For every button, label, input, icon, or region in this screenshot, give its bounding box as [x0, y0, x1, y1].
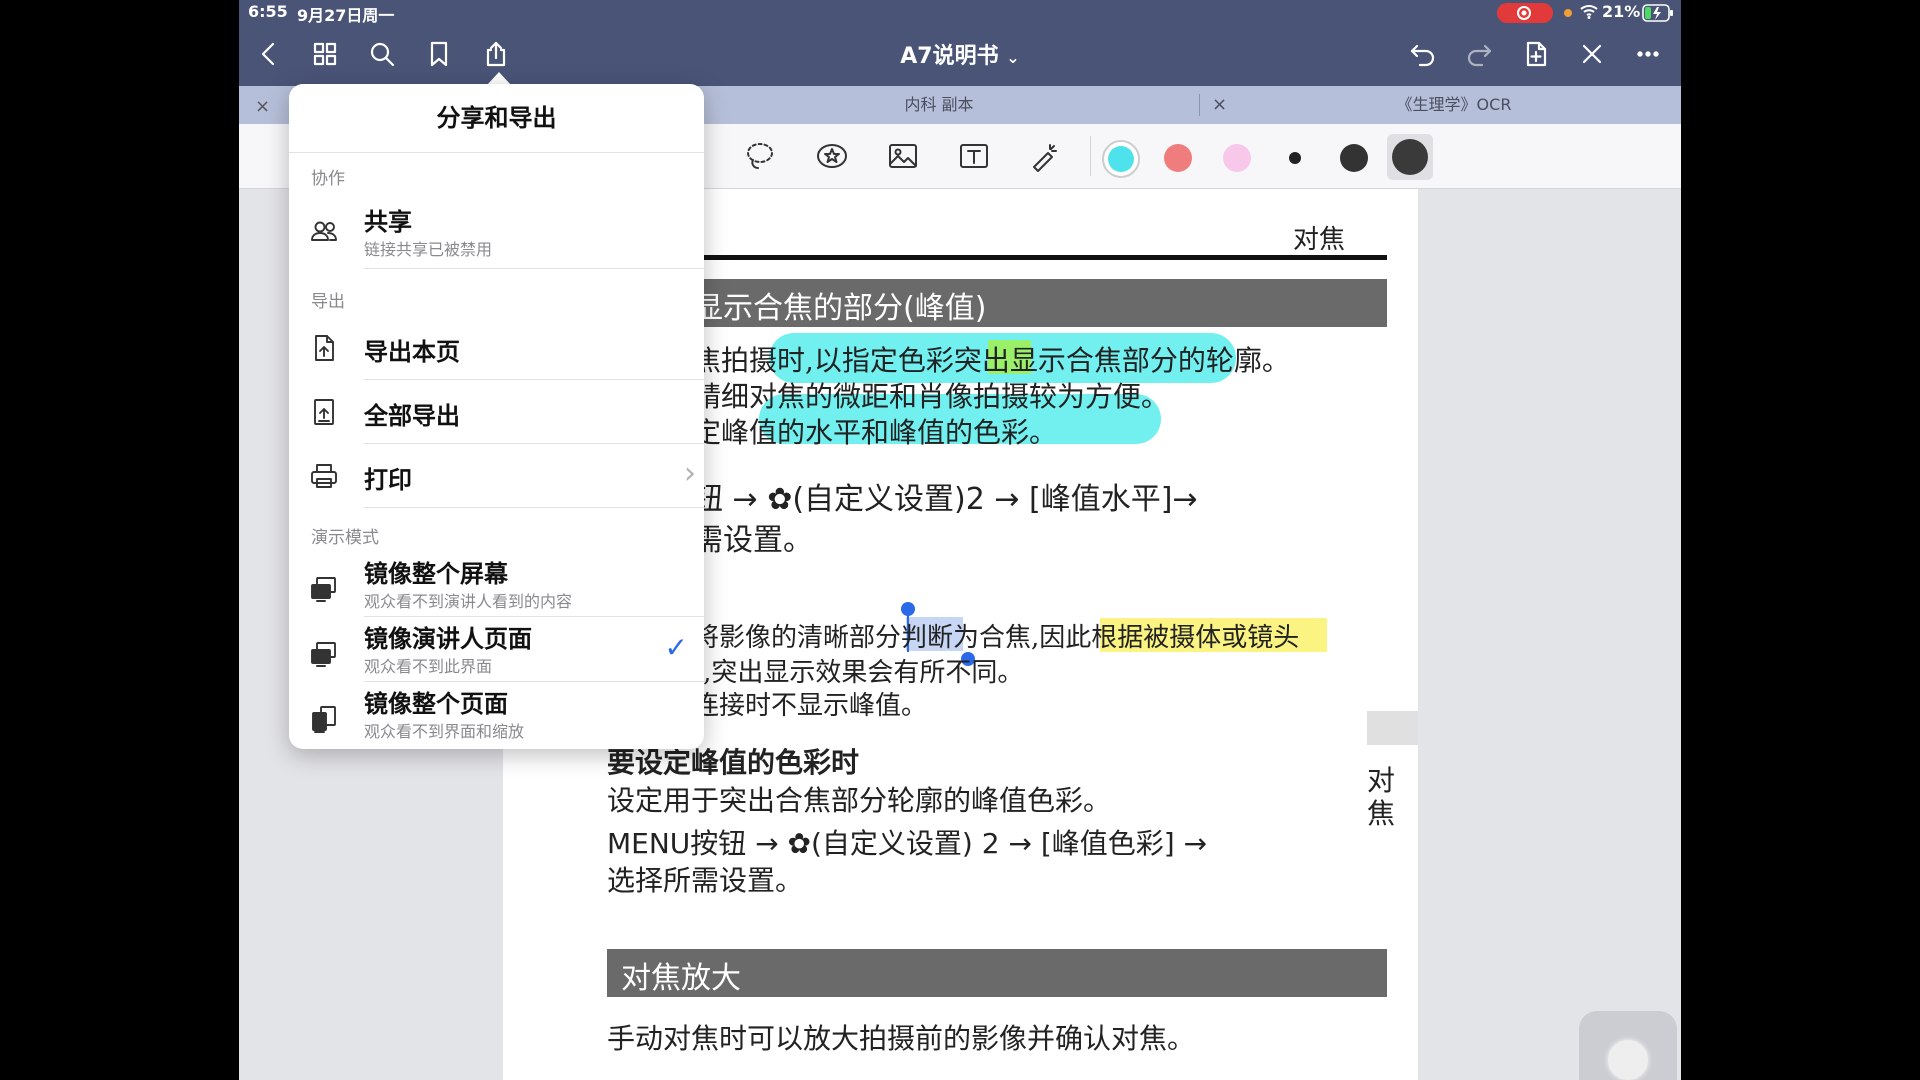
text-box-icon[interactable] — [955, 138, 993, 174]
popover-title: 分享和导出 — [289, 84, 704, 153]
sticker-icon[interactable] — [813, 138, 851, 174]
close-panel-icon[interactable]: × — [255, 96, 270, 117]
section-heading-bar: 对焦放大 — [607, 949, 1387, 997]
wifi-icon — [1579, 2, 1599, 24]
export-page-icon — [307, 331, 341, 365]
export-page-row[interactable]: 导出本页 — [289, 316, 704, 380]
paragraph-line: 精细对焦的微距和肖像拍摄较为方便。 — [693, 380, 1170, 413]
mirror-page-subtitle: 观众看不到界面和缩放 — [364, 722, 525, 741]
subheading-description: 设定用于突出合焦部分轮廓的峰值色彩。 — [607, 784, 1112, 817]
share-title: 共享 — [364, 208, 412, 236]
printer-icon — [307, 459, 341, 493]
paragraph-line: 焦拍摄时,以指定色彩突出显示合焦部分的轮廓。 — [693, 344, 1290, 377]
status-date: 9月27日周一 — [297, 6, 395, 25]
image-icon[interactable] — [884, 138, 922, 174]
redo-icon[interactable] — [1461, 36, 1497, 72]
tab-close-icon[interactable]: × — [1212, 86, 1227, 124]
stroke-size-large-selected[interactable] — [1387, 134, 1433, 180]
section-heading-focus-magnifier: 对焦放大 — [621, 961, 741, 996]
share-export-popover: 分享和导出 协作 共享 链接共享已被禁用 导出 导出本页 全部导出 打印 › 演… — [289, 84, 704, 749]
paragraph-line: 手动对焦时可以放大拍摄前的影像并确认对焦。 — [607, 1022, 1196, 1055]
export-page-title: 导出本页 — [364, 338, 460, 366]
mirror-presenter-row[interactable]: 镜像演讲人页面 观众看不到此界面 ✓ — [289, 617, 704, 682]
row-divider — [364, 507, 704, 508]
section-header-presentation: 演示模式 — [311, 528, 379, 548]
note-line: 将影像的清晰部分判断为合焦,因此根据被摄体或镜头 — [693, 623, 1300, 653]
chevron-down-icon: ⌄ — [1006, 48, 1020, 67]
section-heading-bar: 显示合焦的部分(峰值) — [603, 279, 1387, 327]
share-subtitle: 链接共享已被禁用 — [364, 240, 493, 259]
paragraph-line: 定峰值的水平和峰值的色彩。 — [693, 416, 1058, 449]
color-swatch-red[interactable] — [1164, 144, 1192, 172]
close-tool-icon[interactable] — [1574, 36, 1610, 72]
battery-icon — [1642, 4, 1674, 26]
note-line: ],突出显示效果会有所不同。 — [693, 658, 1024, 688]
screen-recording-indicator[interactable] — [1497, 3, 1553, 23]
assistive-touch-button[interactable] — [1579, 1011, 1677, 1080]
mirror-screen-subtitle: 观众看不到演讲人看到的内容 — [364, 592, 573, 611]
status-time: 6:55 — [248, 2, 288, 21]
more-icon[interactable] — [1630, 36, 1666, 72]
checkmark-icon: ✓ — [664, 631, 688, 664]
ipad-screen: 6:55 9月27日周一 21% A7说明书 ⌄ × 内科 副本 × — [239, 0, 1681, 1080]
tab-internal-medicine-copy[interactable]: 内科 副本 — [719, 86, 1159, 124]
menu-step-line: 选择所需设置。 — [607, 864, 804, 897]
mic-dot-icon — [1564, 9, 1572, 17]
mirror-presenter-subtitle: 观众看不到此界面 — [364, 657, 493, 676]
side-tab-marker — [1367, 711, 1418, 745]
header-rule — [603, 255, 1387, 260]
color-swatch-cyan[interactable] — [1102, 140, 1140, 178]
export-all-icon — [307, 395, 341, 429]
print-row[interactable]: 打印 › — [289, 444, 704, 508]
mirror-page-row[interactable]: 镜像整个页面 观众看不到界面和缩放 — [289, 682, 704, 747]
color-swatch-pink[interactable] — [1223, 144, 1251, 172]
print-title: 打印 — [364, 466, 412, 494]
note-line: 连接时不显示峰值。 — [693, 691, 928, 721]
mirror-page-title: 镜像整个页面 — [364, 690, 508, 718]
menu-step-line: MENU按钮 → ✿(自定义设置) 2 → [峰值色彩] → — [607, 827, 1208, 860]
stroke-size-medium[interactable] — [1340, 144, 1368, 172]
mirror-presenter-title: 镜像演讲人页面 — [364, 625, 532, 653]
menu-step-line: 需设置。 — [693, 523, 813, 558]
tab-divider — [1199, 94, 1200, 116]
lasso-icon[interactable] — [741, 138, 779, 174]
mirror-page-icon — [307, 702, 341, 736]
section-header-export: 导出 — [311, 292, 345, 312]
row-divider — [364, 268, 704, 269]
add-page-icon[interactable] — [1518, 36, 1554, 72]
section-heading-peaking: 显示合焦的部分(峰值) — [693, 291, 987, 326]
mirror-presenter-icon — [307, 637, 341, 671]
undo-icon[interactable] — [1405, 36, 1441, 72]
mirror-screen-icon — [307, 572, 341, 606]
share-row[interactable]: 共享 链接共享已被禁用 — [289, 194, 704, 269]
toolbar-divider — [1090, 136, 1091, 176]
menu-step-line: 钮 → ✿(自定义设置)2 → [峰值水平]→ — [693, 482, 1198, 517]
document-title-text: A7说明书 — [900, 44, 999, 69]
tab-physiology-ocr[interactable]: 《生理学》OCR — [1234, 86, 1674, 124]
side-tab-char: 焦 — [1367, 797, 1396, 830]
people-icon — [307, 214, 341, 248]
section-header-collaborate: 协作 — [311, 169, 345, 189]
battery-percent: 21% — [1602, 2, 1641, 21]
export-all-title: 全部导出 — [364, 402, 460, 430]
laser-pointer-icon[interactable] — [1026, 138, 1064, 174]
page-header-label: 对焦 — [1293, 225, 1346, 255]
chevron-right-icon: › — [684, 456, 696, 491]
stroke-size-small[interactable] — [1289, 152, 1301, 164]
top-bar: 6:55 9月27日周一 21% A7说明书 ⌄ — [239, 0, 1681, 86]
mirror-screen-title: 镜像整个屏幕 — [364, 560, 508, 588]
mirror-screen-row[interactable]: 镜像整个屏幕 观众看不到演讲人看到的内容 — [289, 552, 704, 617]
export-all-row[interactable]: 全部导出 — [289, 380, 704, 444]
